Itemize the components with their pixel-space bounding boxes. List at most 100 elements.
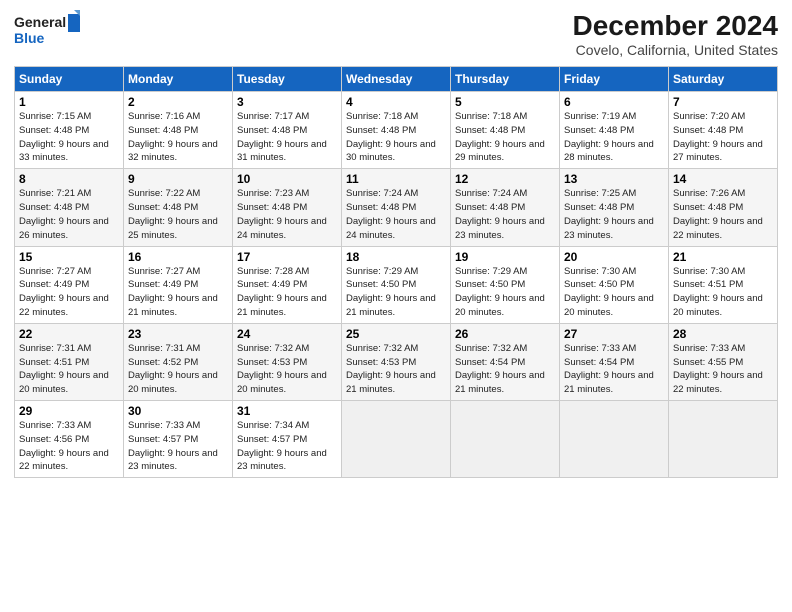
logo-svg: General Blue (14, 10, 82, 48)
logo: General Blue (14, 10, 82, 48)
day-number: 18 (346, 250, 446, 264)
table-row: 8 Sunrise: 7:21 AMSunset: 4:48 PMDayligh… (15, 169, 124, 246)
cell-info: Sunrise: 7:26 AMSunset: 4:48 PMDaylight:… (673, 188, 763, 240)
cell-info: Sunrise: 7:33 AMSunset: 4:57 PMDaylight:… (128, 420, 218, 472)
page: General Blue December 2024 Covelo, Calif… (0, 0, 792, 612)
cell-info: Sunrise: 7:18 AMSunset: 4:48 PMDaylight:… (455, 111, 545, 163)
table-row: 9 Sunrise: 7:22 AMSunset: 4:48 PMDayligh… (124, 169, 233, 246)
calendar-week-row: 8 Sunrise: 7:21 AMSunset: 4:48 PMDayligh… (15, 169, 778, 246)
day-number: 10 (237, 172, 337, 186)
cell-info: Sunrise: 7:27 AMSunset: 4:49 PMDaylight:… (128, 266, 218, 318)
cell-info: Sunrise: 7:24 AMSunset: 4:48 PMDaylight:… (455, 188, 545, 240)
cell-info: Sunrise: 7:22 AMSunset: 4:48 PMDaylight:… (128, 188, 218, 240)
cell-info: Sunrise: 7:32 AMSunset: 4:53 PMDaylight:… (346, 343, 436, 395)
day-number: 13 (564, 172, 664, 186)
col-saturday: Saturday (669, 67, 778, 92)
main-title: December 2024 (573, 10, 778, 42)
header: General Blue December 2024 Covelo, Calif… (14, 10, 778, 58)
calendar-week-row: 22 Sunrise: 7:31 AMSunset: 4:51 PMDaylig… (15, 323, 778, 400)
day-number: 25 (346, 327, 446, 341)
table-row: 30 Sunrise: 7:33 AMSunset: 4:57 PMDaylig… (124, 401, 233, 478)
table-row: 2 Sunrise: 7:16 AMSunset: 4:48 PMDayligh… (124, 92, 233, 169)
table-row: 27 Sunrise: 7:33 AMSunset: 4:54 PMDaylig… (560, 323, 669, 400)
day-number: 16 (128, 250, 228, 264)
table-row: 12 Sunrise: 7:24 AMSunset: 4:48 PMDaylig… (451, 169, 560, 246)
table-row: 5 Sunrise: 7:18 AMSunset: 4:48 PMDayligh… (451, 92, 560, 169)
cell-info: Sunrise: 7:29 AMSunset: 4:50 PMDaylight:… (455, 266, 545, 318)
cell-info: Sunrise: 7:18 AMSunset: 4:48 PMDaylight:… (346, 111, 436, 163)
calendar-header-row: Sunday Monday Tuesday Wednesday Thursday… (15, 67, 778, 92)
table-row: 14 Sunrise: 7:26 AMSunset: 4:48 PMDaylig… (669, 169, 778, 246)
table-row (451, 401, 560, 478)
day-number: 11 (346, 172, 446, 186)
cell-info: Sunrise: 7:15 AMSunset: 4:48 PMDaylight:… (19, 111, 109, 163)
cell-info: Sunrise: 7:32 AMSunset: 4:53 PMDaylight:… (237, 343, 327, 395)
table-row: 18 Sunrise: 7:29 AMSunset: 4:50 PMDaylig… (342, 246, 451, 323)
table-row: 1 Sunrise: 7:15 AMSunset: 4:48 PMDayligh… (15, 92, 124, 169)
table-row: 19 Sunrise: 7:29 AMSunset: 4:50 PMDaylig… (451, 246, 560, 323)
day-number: 14 (673, 172, 773, 186)
table-row: 20 Sunrise: 7:30 AMSunset: 4:50 PMDaylig… (560, 246, 669, 323)
cell-info: Sunrise: 7:33 AMSunset: 4:54 PMDaylight:… (564, 343, 654, 395)
table-row: 29 Sunrise: 7:33 AMSunset: 4:56 PMDaylig… (15, 401, 124, 478)
cell-info: Sunrise: 7:19 AMSunset: 4:48 PMDaylight:… (564, 111, 654, 163)
day-number: 27 (564, 327, 664, 341)
table-row: 17 Sunrise: 7:28 AMSunset: 4:49 PMDaylig… (233, 246, 342, 323)
cell-info: Sunrise: 7:17 AMSunset: 4:48 PMDaylight:… (237, 111, 327, 163)
table-row: 16 Sunrise: 7:27 AMSunset: 4:49 PMDaylig… (124, 246, 233, 323)
cell-info: Sunrise: 7:33 AMSunset: 4:55 PMDaylight:… (673, 343, 763, 395)
day-number: 30 (128, 404, 228, 418)
day-number: 9 (128, 172, 228, 186)
cell-info: Sunrise: 7:23 AMSunset: 4:48 PMDaylight:… (237, 188, 327, 240)
table-row: 11 Sunrise: 7:24 AMSunset: 4:48 PMDaylig… (342, 169, 451, 246)
table-row: 31 Sunrise: 7:34 AMSunset: 4:57 PMDaylig… (233, 401, 342, 478)
day-number: 31 (237, 404, 337, 418)
cell-info: Sunrise: 7:34 AMSunset: 4:57 PMDaylight:… (237, 420, 327, 472)
day-number: 24 (237, 327, 337, 341)
cell-info: Sunrise: 7:25 AMSunset: 4:48 PMDaylight:… (564, 188, 654, 240)
svg-text:General: General (14, 14, 66, 30)
col-sunday: Sunday (15, 67, 124, 92)
col-friday: Friday (560, 67, 669, 92)
table-row: 26 Sunrise: 7:32 AMSunset: 4:54 PMDaylig… (451, 323, 560, 400)
day-number: 3 (237, 95, 337, 109)
table-row (669, 401, 778, 478)
cell-info: Sunrise: 7:30 AMSunset: 4:51 PMDaylight:… (673, 266, 763, 318)
table-row: 24 Sunrise: 7:32 AMSunset: 4:53 PMDaylig… (233, 323, 342, 400)
table-row (342, 401, 451, 478)
day-number: 21 (673, 250, 773, 264)
cell-info: Sunrise: 7:21 AMSunset: 4:48 PMDaylight:… (19, 188, 109, 240)
day-number: 17 (237, 250, 337, 264)
day-number: 5 (455, 95, 555, 109)
table-row: 15 Sunrise: 7:27 AMSunset: 4:49 PMDaylig… (15, 246, 124, 323)
cell-info: Sunrise: 7:31 AMSunset: 4:52 PMDaylight:… (128, 343, 218, 395)
table-row: 13 Sunrise: 7:25 AMSunset: 4:48 PMDaylig… (560, 169, 669, 246)
table-row (560, 401, 669, 478)
table-row: 4 Sunrise: 7:18 AMSunset: 4:48 PMDayligh… (342, 92, 451, 169)
cell-info: Sunrise: 7:32 AMSunset: 4:54 PMDaylight:… (455, 343, 545, 395)
table-row: 28 Sunrise: 7:33 AMSunset: 4:55 PMDaylig… (669, 323, 778, 400)
table-row: 25 Sunrise: 7:32 AMSunset: 4:53 PMDaylig… (342, 323, 451, 400)
day-number: 2 (128, 95, 228, 109)
subtitle: Covelo, California, United States (573, 42, 778, 58)
calendar-week-row: 29 Sunrise: 7:33 AMSunset: 4:56 PMDaylig… (15, 401, 778, 478)
cell-info: Sunrise: 7:28 AMSunset: 4:49 PMDaylight:… (237, 266, 327, 318)
day-number: 15 (19, 250, 119, 264)
day-number: 23 (128, 327, 228, 341)
calendar-week-row: 15 Sunrise: 7:27 AMSunset: 4:49 PMDaylig… (15, 246, 778, 323)
table-row: 23 Sunrise: 7:31 AMSunset: 4:52 PMDaylig… (124, 323, 233, 400)
day-number: 19 (455, 250, 555, 264)
col-tuesday: Tuesday (233, 67, 342, 92)
col-thursday: Thursday (451, 67, 560, 92)
day-number: 20 (564, 250, 664, 264)
cell-info: Sunrise: 7:20 AMSunset: 4:48 PMDaylight:… (673, 111, 763, 163)
cell-info: Sunrise: 7:30 AMSunset: 4:50 PMDaylight:… (564, 266, 654, 318)
cell-info: Sunrise: 7:24 AMSunset: 4:48 PMDaylight:… (346, 188, 436, 240)
cell-info: Sunrise: 7:16 AMSunset: 4:48 PMDaylight:… (128, 111, 218, 163)
day-number: 6 (564, 95, 664, 109)
day-number: 22 (19, 327, 119, 341)
table-row: 22 Sunrise: 7:31 AMSunset: 4:51 PMDaylig… (15, 323, 124, 400)
day-number: 28 (673, 327, 773, 341)
title-block: December 2024 Covelo, California, United… (573, 10, 778, 58)
table-row: 6 Sunrise: 7:19 AMSunset: 4:48 PMDayligh… (560, 92, 669, 169)
